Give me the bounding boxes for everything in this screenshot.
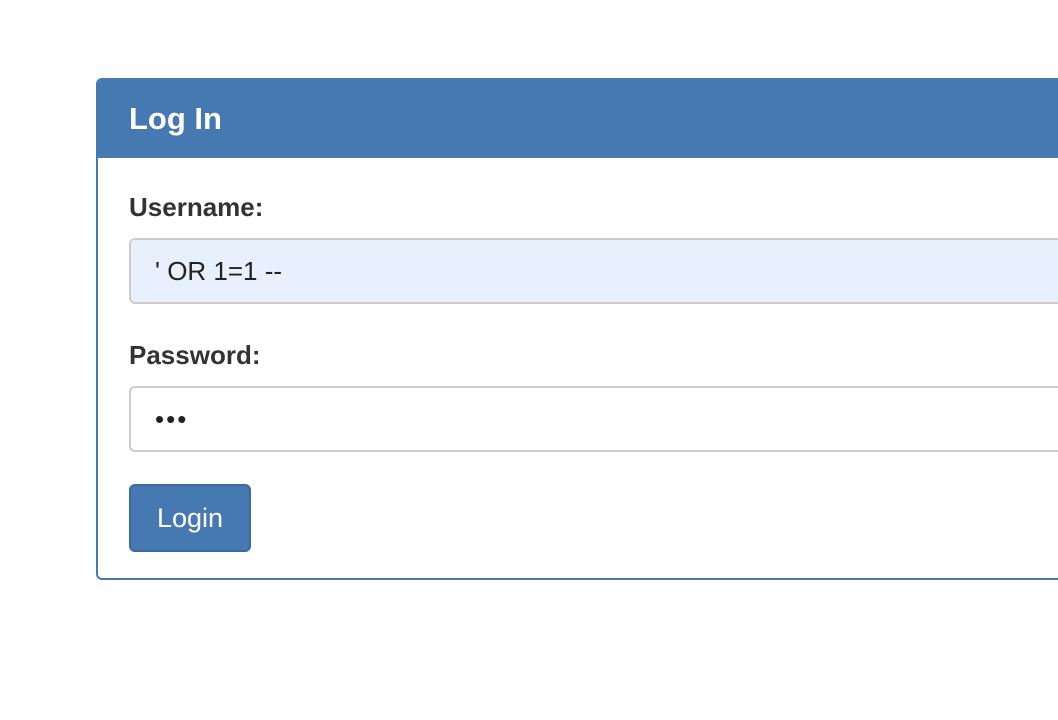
login-panel: Log In Username: Password: Login — [96, 78, 1058, 580]
password-label: Password: — [129, 340, 261, 370]
username-input[interactable] — [129, 238, 1058, 304]
panel-title: Log In — [129, 101, 222, 136]
login-button[interactable]: Login — [129, 484, 251, 552]
username-label: Username: — [129, 192, 264, 222]
panel-heading: Log In — [98, 80, 1058, 158]
password-input[interactable] — [129, 386, 1058, 452]
